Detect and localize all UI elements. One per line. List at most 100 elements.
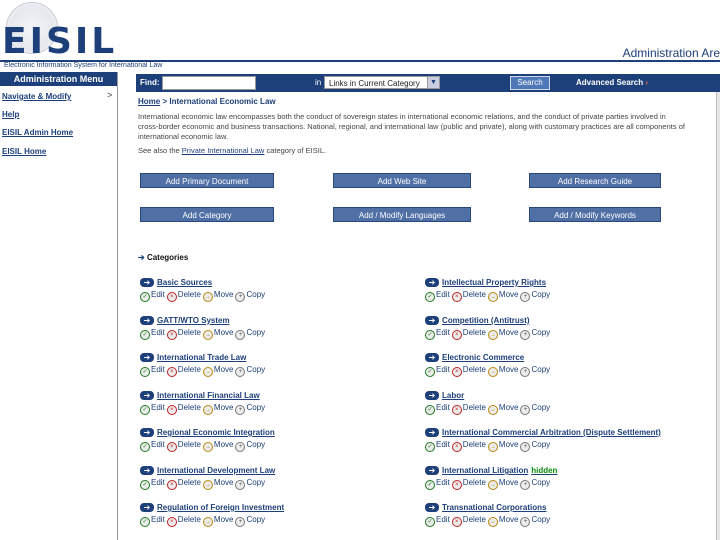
add-web-site-button[interactable]: Add Web Site: [333, 173, 471, 188]
edit-category-button[interactable]: ✓ Edit: [140, 515, 165, 527]
arrow-right-icon[interactable]: ➔: [425, 466, 439, 475]
arrow-right-icon[interactable]: ➔: [140, 428, 154, 437]
delete-category-button[interactable]: × Delete: [451, 440, 486, 452]
search-input[interactable]: [162, 76, 256, 90]
delete-category-button[interactable]: × Delete: [451, 365, 486, 377]
move-category-button[interactable]: → Move: [487, 365, 518, 377]
edit-category-button[interactable]: ✓ Edit: [140, 478, 165, 490]
advanced-search-link[interactable]: Advanced Search ›: [576, 78, 648, 87]
copy-category-button[interactable]: + Copy: [520, 440, 550, 452]
delete-category-button[interactable]: × Delete: [166, 365, 201, 377]
move-category-button[interactable]: → Move: [487, 440, 518, 452]
copy-category-button[interactable]: + Copy: [520, 328, 550, 340]
edit-category-button[interactable]: ✓ Edit: [425, 365, 450, 377]
move-category-button[interactable]: → Move: [487, 290, 518, 302]
category-link[interactable]: Competition (Antitrust): [442, 316, 530, 325]
move-category-button[interactable]: → Move: [202, 328, 233, 340]
move-category-button[interactable]: → Move: [202, 440, 233, 452]
scrollbar[interactable]: [716, 92, 720, 540]
category-link[interactable]: International Litigation hidden: [442, 466, 557, 475]
category-link[interactable]: International Trade Law: [157, 353, 246, 362]
category-link[interactable]: Basic Sources: [157, 278, 212, 287]
sidebar-item-navigate-modify[interactable]: Navigate & Modify: [2, 92, 71, 101]
edit-category-button[interactable]: ✓ Edit: [425, 478, 450, 490]
category-link[interactable]: Intellectual Property Rights: [442, 278, 546, 287]
copy-category-button[interactable]: + Copy: [520, 403, 550, 415]
search-button[interactable]: Search: [510, 76, 550, 90]
delete-category-button[interactable]: × Delete: [166, 440, 201, 452]
copy-category-button[interactable]: + Copy: [235, 403, 265, 415]
move-category-button[interactable]: → Move: [202, 365, 233, 377]
delete-category-button[interactable]: × Delete: [451, 403, 486, 415]
move-category-button[interactable]: → Move: [487, 478, 518, 490]
copy-category-button[interactable]: + Copy: [235, 515, 265, 527]
delete-category-button[interactable]: × Delete: [166, 328, 201, 340]
move-category-button[interactable]: → Move: [487, 328, 518, 340]
arrow-right-icon[interactable]: ➔: [425, 353, 439, 362]
copy-category-button[interactable]: + Copy: [520, 478, 550, 490]
arrow-right-icon[interactable]: ➔: [140, 503, 154, 512]
edit-category-button[interactable]: ✓ Edit: [140, 403, 165, 415]
delete-category-button[interactable]: × Delete: [451, 515, 486, 527]
category-link[interactable]: International Development Law: [157, 466, 275, 475]
breadcrumb-home[interactable]: Home: [138, 97, 160, 106]
add-research-guide-button[interactable]: Add Research Guide: [529, 173, 661, 188]
move-category-button[interactable]: → Move: [487, 403, 518, 415]
edit-category-button[interactable]: ✓ Edit: [425, 403, 450, 415]
copy-category-button[interactable]: + Copy: [520, 290, 550, 302]
move-category-button[interactable]: → Move: [202, 403, 233, 415]
delete-category-button[interactable]: × Delete: [451, 478, 486, 490]
chevron-down-icon[interactable]: ▼: [427, 77, 439, 88]
edit-category-button[interactable]: ✓ Edit: [425, 290, 450, 302]
sidebar-item-admin-home[interactable]: EISIL Admin Home: [2, 128, 73, 137]
move-category-button[interactable]: → Move: [202, 290, 233, 302]
edit-category-button[interactable]: ✓ Edit: [425, 440, 450, 452]
edit-category-button[interactable]: ✓ Edit: [425, 328, 450, 340]
move-category-button[interactable]: → Move: [202, 515, 233, 527]
sidebar-item-help[interactable]: Help: [2, 110, 19, 119]
copy-category-button[interactable]: + Copy: [520, 515, 550, 527]
move-category-button[interactable]: → Move: [202, 478, 233, 490]
category-link[interactable]: Electronic Commerce: [442, 353, 524, 362]
edit-category-button[interactable]: ✓ Edit: [140, 365, 165, 377]
arrow-right-icon[interactable]: ➔: [425, 391, 439, 400]
delete-category-button[interactable]: × Delete: [451, 290, 486, 302]
category-link[interactable]: International Commercial Arbitration (Di…: [442, 428, 661, 437]
category-link[interactable]: Regulation of Foreign Investment: [157, 503, 284, 512]
copy-category-button[interactable]: + Copy: [520, 365, 550, 377]
category-link[interactable]: GATT/WTO System: [157, 316, 230, 325]
edit-category-button[interactable]: ✓ Edit: [140, 290, 165, 302]
category-link[interactable]: International Financial Law: [157, 391, 260, 400]
delete-category-button[interactable]: × Delete: [166, 478, 201, 490]
add-modify-keywords-button[interactable]: Add / Modify Keywords: [529, 207, 661, 222]
edit-category-button[interactable]: ✓ Edit: [140, 440, 165, 452]
arrow-right-icon[interactable]: ➔: [425, 278, 439, 287]
arrow-right-icon[interactable]: ➔: [140, 353, 154, 362]
move-category-button[interactable]: → Move: [487, 515, 518, 527]
arrow-right-icon[interactable]: ➔: [425, 428, 439, 437]
delete-category-button[interactable]: × Delete: [166, 403, 201, 415]
copy-category-button[interactable]: + Copy: [235, 328, 265, 340]
add-modify-languages-button[interactable]: Add / Modify Languages: [333, 207, 471, 222]
site-logo[interactable]: EISIL: [2, 24, 117, 60]
delete-category-button[interactable]: × Delete: [166, 515, 201, 527]
arrow-right-icon[interactable]: ➔: [425, 316, 439, 325]
category-link[interactable]: Transnational Corporations: [442, 503, 546, 512]
arrow-right-icon[interactable]: ➔: [140, 466, 154, 475]
arrow-right-icon[interactable]: ➔: [425, 503, 439, 512]
delete-category-button[interactable]: × Delete: [166, 290, 201, 302]
category-link[interactable]: Regional Economic Integration: [157, 428, 275, 437]
arrow-right-icon[interactable]: ➔: [140, 391, 154, 400]
edit-category-button[interactable]: ✓ Edit: [425, 515, 450, 527]
copy-category-button[interactable]: + Copy: [235, 365, 265, 377]
add-category-button[interactable]: Add Category: [140, 207, 274, 222]
copy-category-button[interactable]: + Copy: [235, 440, 265, 452]
see-also-link[interactable]: Private International Law: [182, 146, 265, 155]
category-link[interactable]: Labor: [442, 391, 464, 400]
arrow-right-icon[interactable]: ➔: [140, 316, 154, 325]
copy-category-button[interactable]: + Copy: [235, 478, 265, 490]
add-primary-document-button[interactable]: Add Primary Document: [140, 173, 274, 188]
edit-category-button[interactable]: ✓ Edit: [140, 328, 165, 340]
search-scope-select[interactable]: Links in Current Category ▼: [324, 76, 440, 89]
delete-category-button[interactable]: × Delete: [451, 328, 486, 340]
